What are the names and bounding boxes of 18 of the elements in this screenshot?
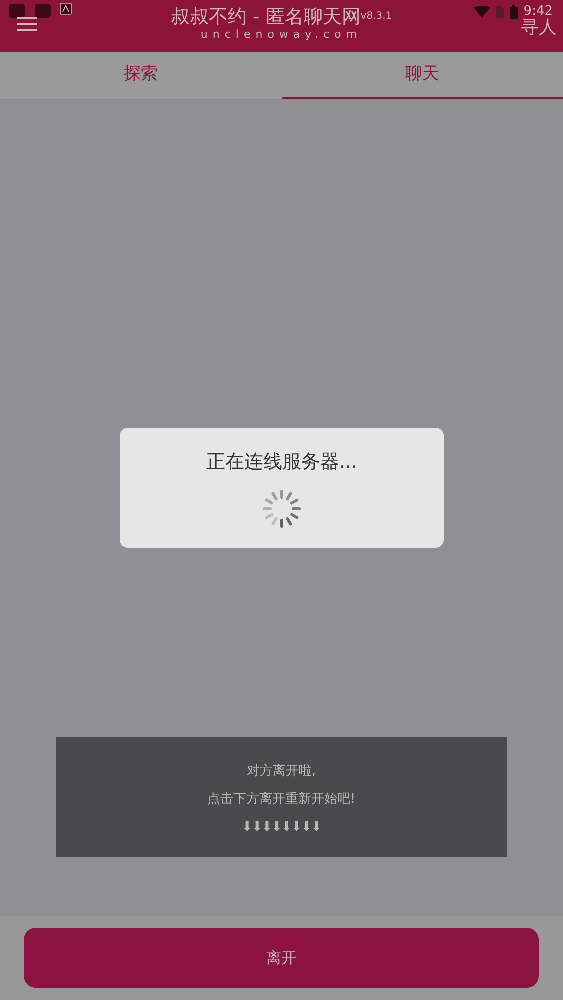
tab[interactable]: 探索	[0, 52, 282, 99]
loading-message: 正在连线服务器...	[206, 450, 358, 475]
menu-icon[interactable]	[17, 17, 37, 31]
version-label: v8.3.1	[360, 11, 392, 22]
app-icon	[60, 3, 72, 15]
notice-text: 点击下方离开重新开始吧!	[206, 791, 357, 809]
notice-text: 对方离开啦,	[246, 763, 318, 781]
spinner-icon	[262, 488, 302, 528]
notification-icon	[8, 3, 26, 19]
sim-icon	[496, 6, 504, 18]
site-url: unclenoway.com	[200, 28, 364, 42]
battery-icon	[510, 4, 518, 19]
leave-button[interactable]: 离开	[24, 928, 539, 988]
arrows-text: ⬇⬇⬇⬇⬇⬇⬇⬇	[240, 819, 322, 837]
app-title: 叔叔不约 - 匿名聊天网	[170, 6, 361, 28]
tab[interactable]: 聊天	[282, 52, 563, 99]
notification-icon	[34, 3, 52, 19]
wifi-icon	[474, 6, 490, 18]
